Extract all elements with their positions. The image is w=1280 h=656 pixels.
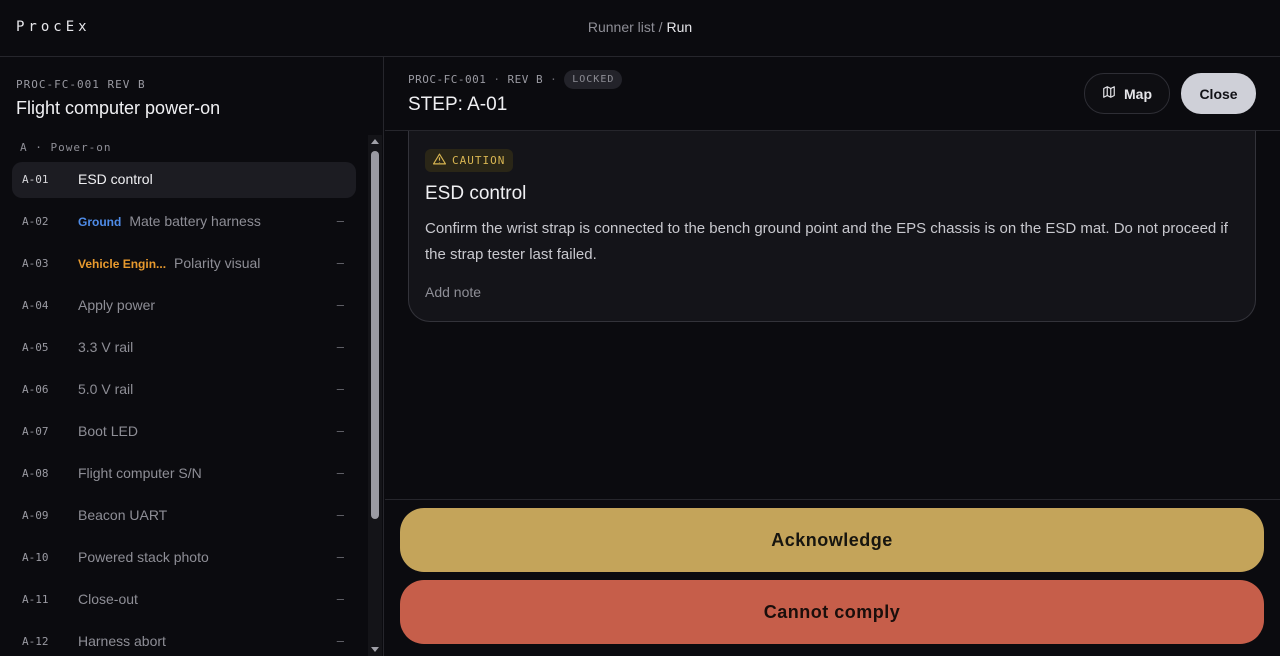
step-item-a-01[interactable]: A-01 ESD control [12, 162, 356, 198]
step-item-a-12[interactable]: A-12 Harness abort – [12, 624, 356, 656]
scroll-down-arrow[interactable] [371, 647, 379, 652]
step-text: Boot LED [78, 423, 138, 439]
acknowledge-button[interactable]: Acknowledge [400, 508, 1264, 572]
step-list[interactable]: A · Power-on A-01 ESD control A-02 Ground Ma… [0, 135, 368, 656]
step-text: ESD control [78, 171, 153, 187]
meta-separator: · [493, 73, 501, 86]
sidebar: PROC-FC-001 REV B Flight computer power-… [0, 57, 384, 656]
breadcrumb-runner-list[interactable]: Runner list [588, 19, 655, 35]
breadcrumb-separator: / [654, 19, 667, 35]
close-button[interactable]: Close [1181, 73, 1256, 114]
step-card: CAUTION ESD control Confirm the wrist st… [408, 131, 1256, 322]
step-label: Flight computer S/N [78, 465, 202, 481]
step-item-a-09[interactable]: A-09 Beacon UART – [12, 498, 356, 534]
step-label: Boot LED [78, 423, 138, 439]
step-role-tag: Vehicle Engin... [78, 257, 167, 271]
scrollbar-thumb[interactable] [371, 151, 379, 519]
add-note-link[interactable]: Add note [425, 284, 481, 300]
step-item-a-07[interactable]: A-07 Boot LED – [12, 414, 356, 450]
step-status: – [336, 465, 344, 480]
step-id: A-03 [22, 257, 49, 270]
step-id: A-11 [22, 593, 49, 606]
procedure-code: PROC-FC-001 REV B [16, 78, 146, 91]
map-icon [1102, 85, 1116, 102]
step-text: Ground Mate battery harness [78, 213, 261, 229]
step-item-a-03[interactable]: A-03 Vehicle Engin... Polarity visual – [12, 246, 356, 282]
cannot-comply-button[interactable]: Cannot comply [400, 580, 1264, 644]
map-button[interactable]: Map [1084, 73, 1170, 114]
step-status: – [336, 633, 344, 648]
step-id: A-09 [22, 509, 49, 522]
step-item-a-11[interactable]: A-11 Close-out – [12, 582, 356, 618]
step-id: A-02 [22, 215, 49, 228]
step-item-a-02[interactable]: A-02 Ground Mate battery harness – [12, 204, 356, 240]
step-label: Powered stack photo [78, 549, 209, 565]
meta-rev: REV B [507, 73, 544, 86]
step-status: – [336, 423, 344, 438]
top-bar: ProcEx Runner list / Run [0, 0, 1280, 57]
step-label: Polarity visual [174, 255, 261, 271]
step-status: – [336, 381, 344, 396]
step-item-a-04[interactable]: A-04 Apply power – [12, 288, 356, 324]
step-status: – [336, 339, 344, 354]
action-area: Acknowledge Cannot comply [385, 499, 1280, 656]
step-item-a-10[interactable]: A-10 Powered stack photo – [12, 540, 356, 576]
step-label: Beacon UART [78, 507, 168, 523]
step-text: Beacon UART [78, 507, 167, 523]
step-status: – [336, 549, 344, 564]
step-status: – [336, 297, 344, 312]
step-status: – [336, 507, 344, 522]
main-panel: PROC-FC-001 · REV B · LOCKED STEP: A-01 … [385, 57, 1280, 656]
map-button-label: Map [1124, 85, 1152, 102]
step-text: Vehicle Engin... Polarity visual [78, 255, 260, 271]
step-label: Apply power [78, 297, 156, 313]
step-role-tag: Ground [78, 215, 122, 229]
step-label: 5.0 V rail [78, 381, 134, 397]
step-id: A-05 [22, 341, 49, 354]
step-label: 3.3 V rail [78, 339, 134, 355]
meta-proc-code: PROC-FC-001 [408, 73, 487, 86]
step-text: Flight computer S/N [78, 465, 202, 481]
step-item-a-08[interactable]: A-08 Flight computer S/N – [12, 456, 356, 492]
step-header: PROC-FC-001 · REV B · LOCKED STEP: A-01 … [385, 57, 1280, 131]
step-id: A-06 [22, 383, 49, 396]
step-text: Apply power [78, 297, 155, 313]
section-header: A · Power-on [20, 141, 112, 154]
step-text: Harness abort [78, 633, 166, 649]
step-status: – [336, 255, 344, 270]
step-id: A-08 [22, 467, 49, 480]
step-title: STEP: A-01 [408, 94, 508, 115]
scroll-up-arrow[interactable] [371, 139, 379, 144]
card-body: Confirm the wrist strap is connected to … [425, 220, 1228, 263]
step-status: – [336, 591, 344, 606]
step-text: 5.0 V rail [78, 381, 133, 397]
step-text: Powered stack photo [78, 549, 209, 565]
step-id: A-04 [22, 299, 49, 312]
step-meta: PROC-FC-001 · REV B · LOCKED [408, 70, 623, 89]
step-label: Close-out [78, 591, 138, 607]
step-id: A-10 [22, 551, 49, 564]
locked-badge: LOCKED [564, 70, 623, 89]
step-label: Harness abort [78, 633, 166, 649]
step-status: – [336, 213, 344, 228]
step-label: Mate battery harness [129, 213, 261, 229]
step-text: 3.3 V rail [78, 339, 133, 355]
caution-label: CAUTION [452, 154, 506, 167]
step-item-a-06[interactable]: A-06 5.0 V rail – [12, 372, 356, 408]
breadcrumb: Runner list / Run [0, 19, 1280, 35]
step-id: A-12 [22, 635, 49, 648]
warning-icon [432, 153, 447, 168]
procedure-title: Flight computer power-on [16, 98, 221, 118]
meta-separator: · [550, 73, 558, 86]
breadcrumb-current: Run [666, 19, 693, 35]
step-label: ESD control [78, 171, 153, 187]
step-text: Close-out [78, 591, 138, 607]
step-item-a-05[interactable]: A-05 3.3 V rail – [12, 330, 356, 366]
caution-badge: CAUTION [425, 149, 514, 172]
card-title: ESD control [425, 183, 527, 204]
step-id: A-07 [22, 425, 49, 438]
step-list-scrollbar[interactable] [368, 135, 382, 656]
step-id: A-01 [22, 173, 49, 186]
